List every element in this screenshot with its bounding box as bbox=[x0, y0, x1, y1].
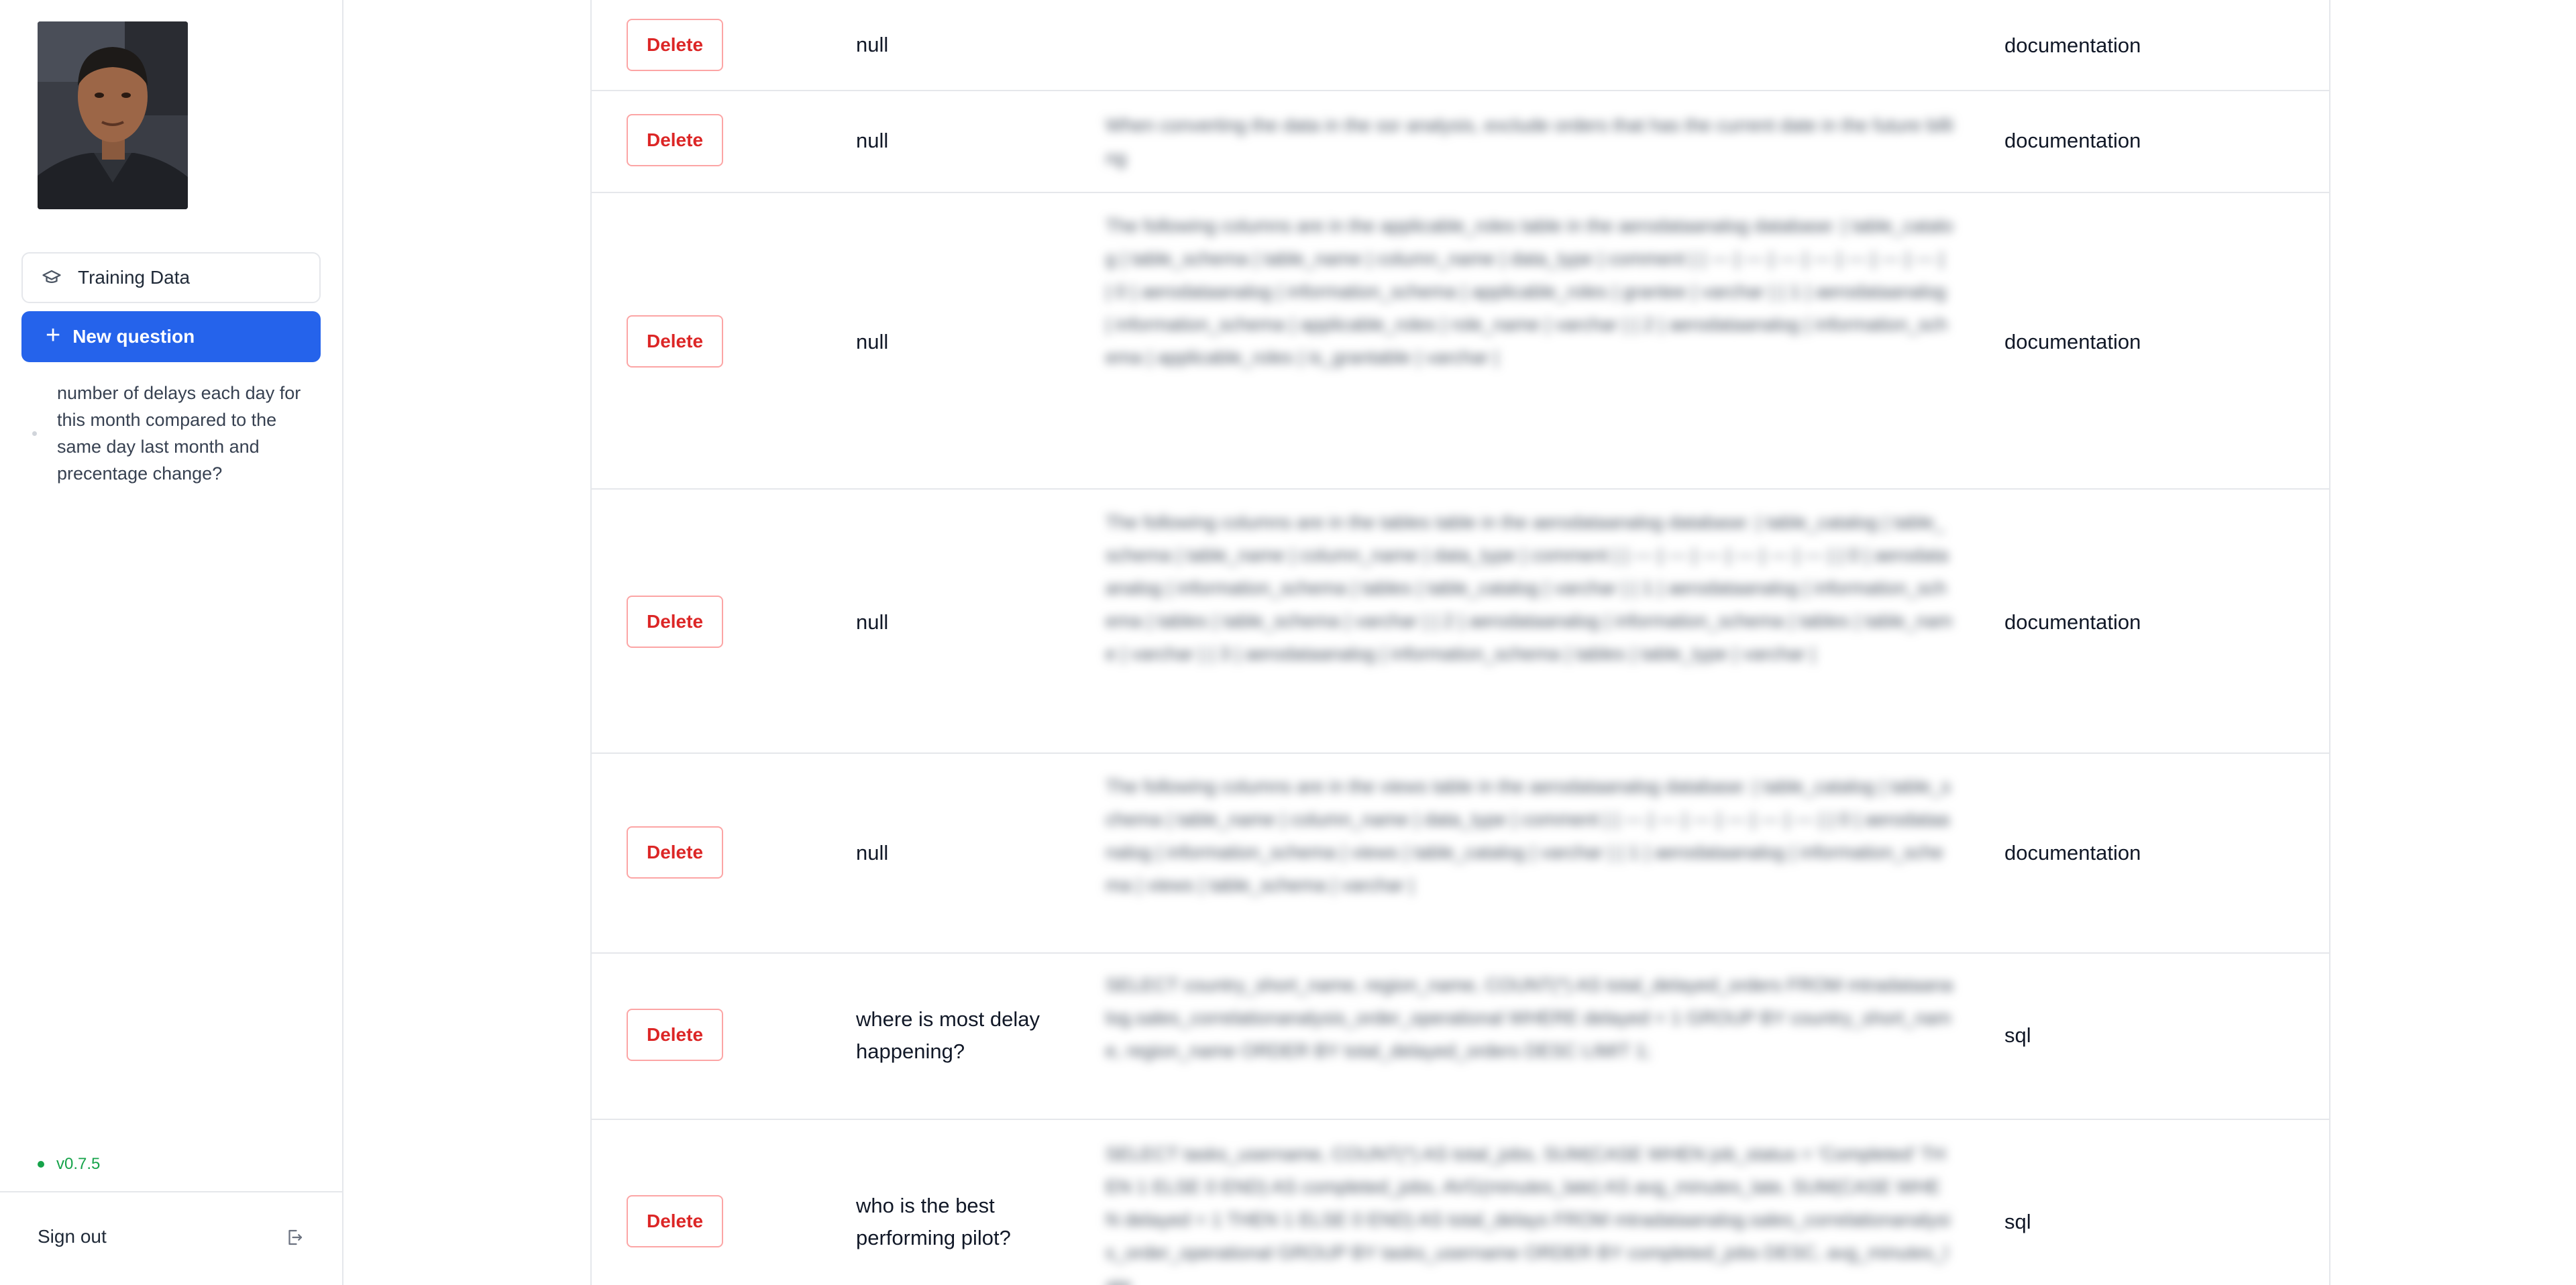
type-cell: sql bbox=[2004, 1023, 2031, 1047]
delete-button[interactable]: Delete bbox=[627, 1195, 723, 1247]
status-dot-icon bbox=[38, 1161, 44, 1168]
delete-button[interactable]: Delete bbox=[627, 1009, 723, 1061]
delete-button[interactable]: Delete bbox=[627, 596, 723, 648]
delete-button[interactable]: Delete bbox=[627, 114, 723, 166]
question-cell: who is the best performing pilot? bbox=[856, 1194, 1011, 1249]
sign-out-icon[interactable] bbox=[284, 1227, 305, 1247]
avatar bbox=[38, 21, 188, 209]
training-data-table: Delete null documentation Delete null Wh… bbox=[590, 0, 2330, 1285]
sidebar: Training Data + New question number of d… bbox=[0, 0, 343, 1285]
table-row: Delete where is most delay happening? SE… bbox=[592, 954, 2329, 1120]
delete-button[interactable]: Delete bbox=[627, 315, 723, 368]
question-cell: null bbox=[856, 330, 889, 353]
content-cell: The following columns are in the views t… bbox=[1106, 776, 1951, 895]
type-cell: documentation bbox=[2004, 841, 2141, 864]
plus-icon: + bbox=[46, 321, 61, 349]
type-cell: documentation bbox=[2004, 610, 2141, 634]
question-cell: null bbox=[856, 33, 889, 56]
new-question-button[interactable]: + New question bbox=[21, 311, 321, 362]
content-cell: The following columns are in the applica… bbox=[1106, 215, 1953, 368]
table-row: Delete null The following columns are in… bbox=[592, 754, 2329, 954]
graduation-cap-icon bbox=[42, 268, 62, 288]
question-cell: null bbox=[856, 610, 889, 634]
history-item[interactable]: number of delays each day for this month… bbox=[32, 380, 314, 487]
table-row: Delete who is the best performing pilot?… bbox=[592, 1120, 2329, 1285]
version-label: v0.7.5 bbox=[56, 1155, 101, 1173]
content-cell: SELECT country_short_name, region_name, … bbox=[1106, 974, 1953, 1061]
question-cell: null bbox=[856, 841, 889, 864]
version-badge: v0.7.5 bbox=[38, 1155, 100, 1174]
table-row: Delete null The following columns are in… bbox=[592, 490, 2329, 754]
table-row: Delete null When converting the data in … bbox=[592, 91, 2329, 193]
question-cell: null bbox=[856, 129, 889, 152]
delete-button[interactable]: Delete bbox=[627, 826, 723, 879]
content-cell: SELECT tasks_username, COUNT(*) AS total… bbox=[1106, 1143, 1951, 1285]
training-data-label: Training Data bbox=[78, 267, 191, 288]
divider bbox=[0, 1191, 342, 1192]
sign-out-link[interactable]: Sign out bbox=[38, 1226, 107, 1247]
type-cell: documentation bbox=[2004, 129, 2141, 152]
type-cell: sql bbox=[2004, 1210, 2031, 1233]
content-cell: When converting the data in the ssr anal… bbox=[1106, 115, 1953, 168]
table-row: Delete null documentation bbox=[592, 0, 2329, 91]
type-cell: documentation bbox=[2004, 330, 2141, 353]
training-data-button[interactable]: Training Data bbox=[21, 252, 321, 303]
content-cell: The following columns are in the tables … bbox=[1106, 512, 1953, 664]
history-item-label: number of delays each day for this month… bbox=[57, 383, 301, 484]
delete-button[interactable]: Delete bbox=[627, 19, 723, 71]
type-cell: documentation bbox=[2004, 34, 2141, 57]
new-question-label: New question bbox=[72, 326, 195, 347]
question-cell: where is most delay happening? bbox=[856, 1007, 1040, 1063]
table-row: Delete null The following columns are in… bbox=[592, 193, 2329, 490]
bullet-icon bbox=[32, 431, 37, 436]
